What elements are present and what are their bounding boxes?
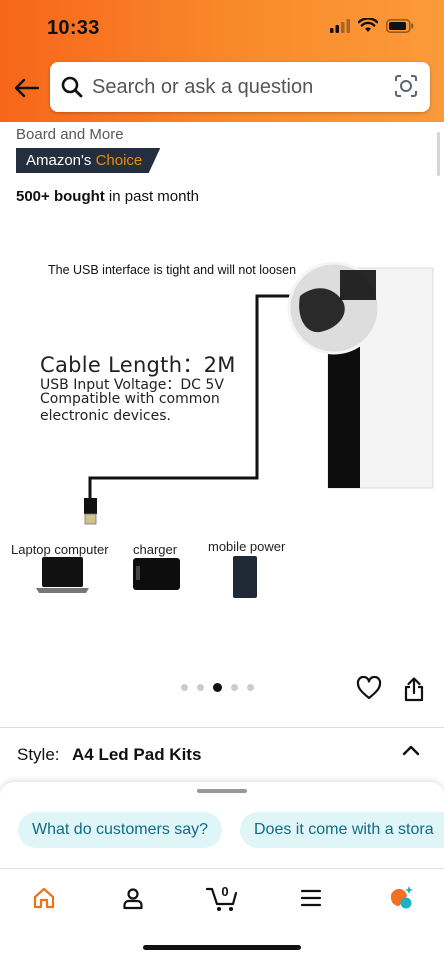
badge-prefix: Amazon's [26, 152, 92, 169]
carousel-dot[interactable] [231, 684, 238, 691]
home-icon [33, 887, 55, 909]
product-illustration [36, 261, 434, 598]
cellular-signal-icon [330, 18, 350, 33]
suggestion-chip[interactable]: Does it come with a stora [240, 812, 444, 848]
product-image[interactable]: The USB interface is tight and will not … [0, 240, 444, 660]
badge-highlight: Choice [95, 152, 143, 169]
battery-icon [386, 18, 414, 33]
rufus-icon [390, 886, 413, 909]
carousel-dot[interactable] [247, 684, 254, 691]
nav-menu[interactable] [291, 883, 331, 913]
device-label-mobile-power: mobile power [208, 539, 286, 554]
rufus-sheet: What do customers say? Does it come with… [0, 782, 444, 868]
cart-icon: 0 [205, 884, 238, 911]
search-box[interactable] [50, 62, 430, 112]
nav-account[interactable] [113, 883, 153, 913]
bought-count: 500+ bought [16, 188, 105, 205]
device-label-charger: charger [133, 542, 178, 557]
share-icon [404, 677, 424, 702]
nav-home[interactable] [24, 883, 64, 913]
status-bar: 10:33 [0, 0, 444, 60]
wifi-icon [358, 18, 378, 32]
usb-note: The USB interface is tight and will not … [48, 263, 297, 277]
heart-icon [356, 675, 382, 700]
share-button[interactable] [402, 676, 426, 707]
product-title-fragment[interactable]: Board and More [16, 126, 124, 143]
spec-line: electronic devices. [40, 408, 171, 424]
nav-rufus[interactable] [380, 883, 420, 913]
wishlist-button[interactable] [356, 675, 382, 705]
menu-icon [300, 889, 322, 907]
sheet-grabber[interactable] [197, 789, 247, 793]
search-icon [61, 76, 83, 98]
search-input[interactable] [92, 74, 382, 100]
amazons-choice-badge: Amazon's Choice [16, 148, 161, 173]
carousel-dot-active[interactable] [213, 683, 222, 692]
back-button[interactable] [12, 74, 40, 102]
bought-in-past-month: 500+ bought in past month [16, 188, 199, 205]
bought-suffix: in past month [104, 188, 199, 205]
style-label: Style: [17, 745, 60, 764]
carousel-dots[interactable] [181, 683, 254, 692]
camera-lens-icon[interactable] [394, 74, 418, 98]
suggestion-chip[interactable]: What do customers say? [18, 812, 223, 848]
back-arrow-icon [14, 78, 39, 98]
chevron-up-icon[interactable] [402, 744, 420, 756]
spec-line: Compatible with common [40, 391, 220, 407]
carousel-dot[interactable] [197, 684, 204, 691]
scrollbar-thumb[interactable] [437, 132, 440, 176]
carousel-dot[interactable] [181, 684, 188, 691]
style-row[interactable]: Style: A4 Led Pad Kits [0, 728, 444, 780]
header: 10:33 [0, 0, 444, 122]
account-icon [123, 888, 143, 910]
status-time: 10:33 [47, 17, 100, 39]
cart-count: 0 [221, 884, 228, 899]
status-icons [330, 18, 414, 33]
home-indicator[interactable] [143, 945, 301, 950]
style-value: A4 Led Pad Kits [72, 745, 202, 764]
device-label-laptop: Laptop computer [11, 542, 109, 557]
nav-cart[interactable]: 0 [201, 883, 245, 913]
